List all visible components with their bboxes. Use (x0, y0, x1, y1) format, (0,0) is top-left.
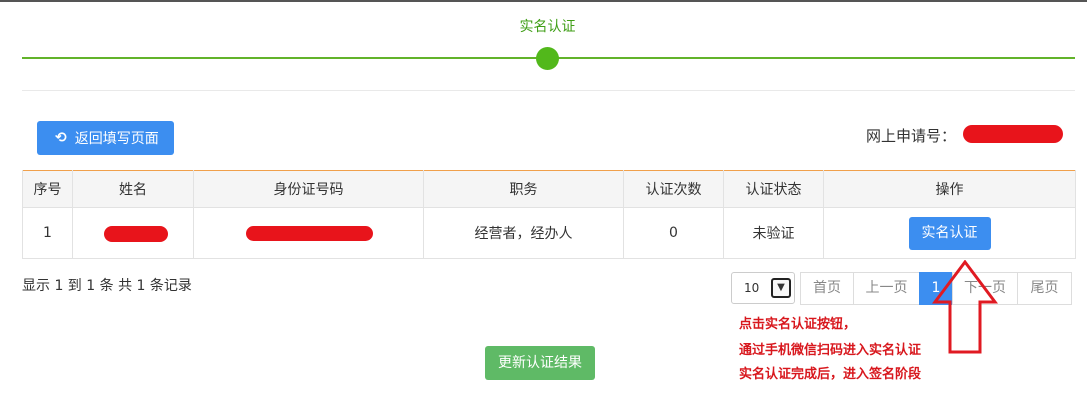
cell-role: 经营者，经办人 (423, 207, 624, 259)
col-header-role: 职务 (423, 170, 624, 208)
annotation-line-1: 点击实名认证按钮， (739, 317, 857, 332)
annotation-arrow-icon (932, 260, 998, 354)
col-header-index: 序号 (22, 170, 73, 208)
page-first[interactable]: 首页 (800, 272, 854, 305)
step-title: 实名认证 (519, 19, 576, 35)
divider (22, 90, 1075, 91)
cell-count: 0 (623, 207, 724, 259)
table-row: 1 经营者，经办人 0 未验证 实名认证 (22, 207, 1076, 259)
back-button-label: 返回填写页面 (74, 131, 159, 147)
real-name-verify-button[interactable]: 实名认证 (908, 216, 991, 250)
cell-index: 1 (22, 207, 73, 259)
page-prev[interactable]: 上一页 (853, 272, 920, 305)
application-number-redacted (963, 125, 1063, 143)
col-header-count: 认证次数 (623, 170, 724, 208)
chevron-down-icon: ▼ (771, 278, 791, 298)
col-header-status: 认证状态 (723, 170, 824, 208)
col-header-id-number: 身份证号码 (193, 170, 424, 208)
undo-icon: ⟲ (55, 130, 67, 146)
table-header-row: 序号 姓名 身份证号码 职务 认证次数 认证状态 操作 (22, 170, 1076, 208)
page-size-value: 10 (744, 281, 760, 295)
annotation-line-3: 实名认证完成后，进入签名阶段 (739, 367, 922, 382)
record-summary: 显示 1 到 1 条 共 1 条记录 (22, 278, 192, 294)
page-size-select[interactable]: 10 ▼ (731, 272, 795, 304)
step-indicator-dot (536, 47, 559, 70)
application-number-label: 网上申请号： (866, 127, 957, 145)
annotation-line-2: 通过手机微信扫码进入实名认证 (739, 343, 922, 358)
verification-table: 序号 姓名 身份证号码 职务 认证次数 认证状态 操作 1 经营者，经办人 0 … (22, 170, 1076, 259)
id-number-redaction (246, 226, 373, 241)
col-header-action: 操作 (823, 170, 1076, 208)
cell-status: 未验证 (723, 207, 824, 259)
update-result-button[interactable]: 更新认证结果 (485, 346, 595, 380)
top-border (0, 0, 1087, 2)
back-to-form-button[interactable]: ⟲ 返回填写页面 (37, 121, 174, 155)
cell-action: 实名认证 (823, 207, 1076, 259)
col-header-name: 姓名 (72, 170, 194, 208)
name-redaction (104, 226, 168, 242)
page-last[interactable]: 尾页 (1017, 272, 1072, 305)
